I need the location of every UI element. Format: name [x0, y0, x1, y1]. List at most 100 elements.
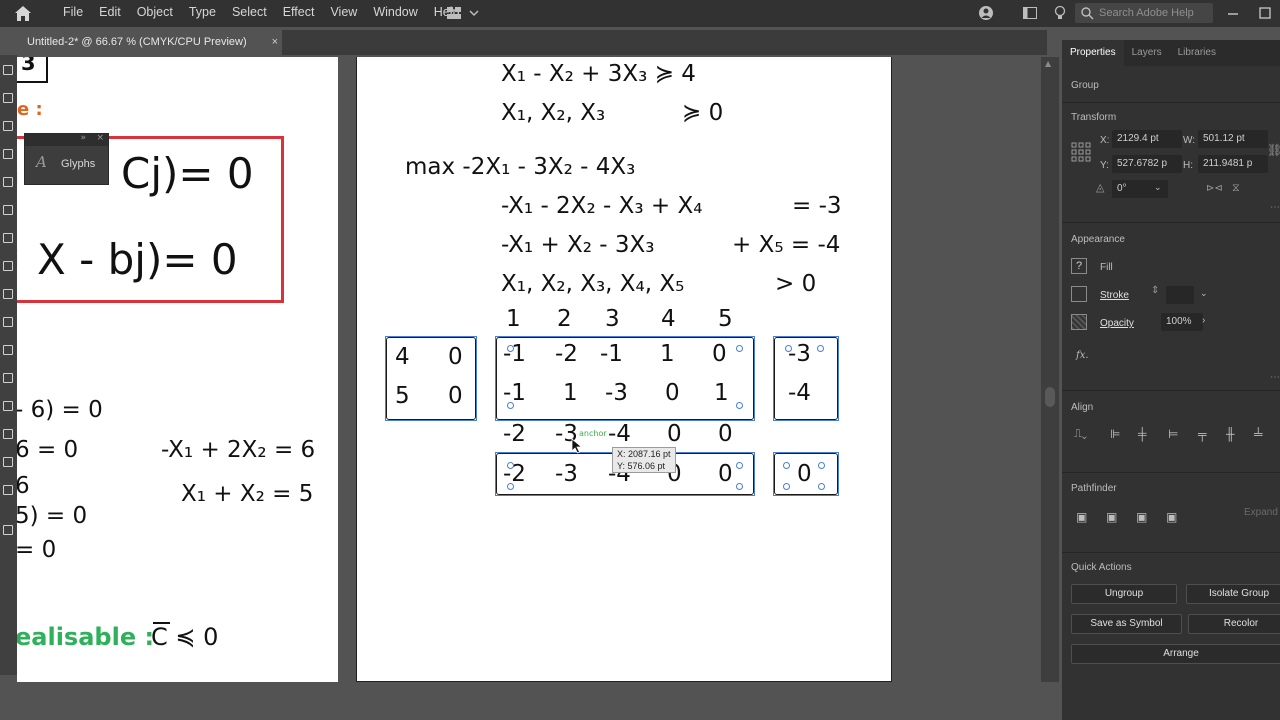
- save-as-symbol-button[interactable]: Save as Symbol: [1071, 614, 1182, 634]
- tab-properties[interactable]: Properties: [1062, 40, 1124, 66]
- vertical-scroll-thumb[interactable]: [1045, 387, 1055, 407]
- anchor-point-handle[interactable]: [783, 483, 790, 490]
- search-adobe-help[interactable]: Search Adobe Help: [1075, 3, 1213, 23]
- artboard-main: X₁ - X₂ + 3X₃ ≽ 4 X₁, X₂, X₃ ≽ 0 max -2X…: [356, 57, 892, 682]
- menu-type[interactable]: Type: [181, 0, 224, 27]
- lightbulb-icon[interactable]: [1052, 5, 1068, 21]
- anchor-point-handle[interactable]: [818, 483, 825, 490]
- align-left-icon[interactable]: ⊫: [1110, 427, 1120, 441]
- eyedropper-tool-icon[interactable]: [3, 457, 13, 467]
- stroke-swatch-icon[interactable]: [1071, 286, 1087, 302]
- height-field[interactable]: 211.9481 p: [1198, 155, 1268, 173]
- minus-front-icon[interactable]: ▣: [1106, 510, 1117, 524]
- anchor-point-handle[interactable]: [736, 402, 743, 409]
- maximize-icon[interactable]: [1257, 5, 1273, 21]
- minimize-icon[interactable]: [1225, 5, 1241, 21]
- ungroup-button[interactable]: Ungroup: [1071, 584, 1177, 604]
- collapse-panel-icon[interactable]: »: [80, 133, 86, 143]
- chevron-down-icon[interactable]: ⌄: [1200, 288, 1208, 299]
- anchor-point-handle[interactable]: [785, 345, 792, 352]
- menu-object[interactable]: Object: [129, 0, 181, 27]
- horizontal-scroll-area[interactable]: [17, 686, 1041, 720]
- home-icon[interactable]: [14, 5, 32, 22]
- pen-tool-icon[interactable]: [3, 121, 13, 131]
- flip-horizontal-icon[interactable]: ⊳⊲: [1206, 183, 1223, 194]
- anchor-point-handle[interactable]: [736, 345, 743, 352]
- menu-window[interactable]: Window: [365, 0, 425, 27]
- anchor-point-handle[interactable]: [818, 462, 825, 469]
- paintbrush-tool-icon[interactable]: [3, 233, 13, 243]
- menu-select[interactable]: Select: [224, 0, 275, 27]
- rectangle-tool-icon[interactable]: [3, 205, 13, 215]
- close-panel-icon[interactable]: ×: [96, 133, 104, 143]
- stroke-label[interactable]: Stroke: [1100, 290, 1129, 301]
- stroke-weight-field[interactable]: [1166, 286, 1194, 304]
- align-center-icon[interactable]: ╪: [1138, 427, 1147, 441]
- more-options-icon[interactable]: ⋯: [1270, 202, 1280, 213]
- menu-view[interactable]: View: [322, 0, 365, 27]
- vertical-scrollbar[interactable]: ▲: [1041, 57, 1059, 682]
- share-user-icon[interactable]: [978, 5, 994, 21]
- shape-builder-tool-icon[interactable]: [3, 429, 13, 439]
- align-right-icon[interactable]: ⊨: [1168, 427, 1178, 441]
- align-to-icon[interactable]: ⎍⌄: [1074, 428, 1087, 441]
- unite-icon[interactable]: ▣: [1076, 510, 1087, 524]
- warp-tool-icon[interactable]: [3, 373, 13, 383]
- drawing-modes-icon[interactable]: [3, 525, 13, 535]
- type-tool-icon[interactable]: [3, 149, 13, 159]
- anchor-point-handle[interactable]: [507, 402, 514, 409]
- fill-swatch-icon[interactable]: ?: [1071, 258, 1087, 274]
- document-tab[interactable]: Untitled-2* @ 66.67 % (CMYK/CPU Preview)…: [17, 30, 282, 55]
- selection-tool-icon[interactable]: [3, 65, 13, 75]
- eraser-tool-icon[interactable]: [3, 289, 13, 299]
- more-options-icon[interactable]: ⋯: [1270, 372, 1280, 383]
- menu-edit[interactable]: Edit: [91, 0, 129, 27]
- isolate-group-button[interactable]: Isolate Group: [1186, 584, 1280, 604]
- anchor-point-handle[interactable]: [736, 483, 743, 490]
- opacity-label[interactable]: Opacity: [1100, 318, 1134, 329]
- align-bottom-icon[interactable]: ╧: [1254, 427, 1263, 441]
- chevron-right-icon[interactable]: ›: [1202, 315, 1205, 326]
- direct-selection-tool-icon[interactable]: [3, 93, 13, 103]
- x-position-field[interactable]: 2129.4 pt: [1112, 130, 1182, 148]
- workspace-switcher-icon[interactable]: [446, 5, 480, 21]
- anchor-point-handle[interactable]: [507, 345, 514, 352]
- flip-vertical-icon[interactable]: ⧖: [1232, 182, 1240, 195]
- glyphs-panel[interactable]: » × A Glyphs: [24, 133, 109, 185]
- stroke-stepper-icon[interactable]: ⇕: [1151, 285, 1159, 296]
- intersect-icon[interactable]: ▣: [1136, 510, 1147, 524]
- arrange-button[interactable]: Arrange: [1071, 644, 1280, 664]
- y-position-field[interactable]: 527.6782 p: [1112, 155, 1182, 173]
- rotate-tool-icon[interactable]: [3, 317, 13, 327]
- constrain-proportions-icon[interactable]: ⛓: [1267, 143, 1280, 157]
- line-tool-icon[interactable]: [3, 177, 13, 187]
- align-middle-icon[interactable]: ╫: [1226, 427, 1235, 441]
- pencil-tool-icon[interactable]: [3, 261, 13, 271]
- close-tab-icon[interactable]: ×: [272, 30, 278, 55]
- exclude-icon[interactable]: ▣: [1166, 510, 1177, 524]
- align-top-icon[interactable]: ╤: [1198, 427, 1207, 441]
- effects-fx-icon[interactable]: fx.: [1076, 350, 1089, 361]
- glyphs-panel-header[interactable]: » ×: [25, 133, 108, 146]
- recolor-button[interactable]: Recolor: [1188, 614, 1280, 634]
- scale-tool-icon[interactable]: [3, 345, 13, 355]
- width-field[interactable]: 501.12 pt: [1198, 130, 1268, 148]
- anchor-point-handle[interactable]: [783, 462, 790, 469]
- anchor-point-handle[interactable]: [736, 462, 743, 469]
- reference-point-icon[interactable]: [1071, 142, 1091, 162]
- anchor-point-handle[interactable]: [817, 345, 824, 352]
- tab-libraries[interactable]: Libraries: [1170, 40, 1224, 66]
- menu-file[interactable]: File: [55, 0, 91, 27]
- tab-layers[interactable]: Layers: [1124, 40, 1170, 66]
- scroll-up-icon[interactable]: ▲: [1045, 59, 1051, 68]
- anchor-point-handle[interactable]: [507, 462, 514, 469]
- constraint-1: X₁ - X₂ + 3X₃ ≽ 4: [501, 61, 696, 87]
- expand-button[interactable]: Expand: [1244, 507, 1278, 518]
- anchor-point-handle[interactable]: [507, 483, 514, 490]
- opacity-field[interactable]: 100%: [1161, 313, 1203, 331]
- fill-stroke-swatch-icon[interactable]: [3, 485, 13, 495]
- menu-effect[interactable]: Effect: [275, 0, 323, 27]
- arrange-documents-icon[interactable]: [1022, 5, 1038, 21]
- free-transform-tool-icon[interactable]: [3, 401, 13, 411]
- chevron-down-icon[interactable]: ⌄: [1154, 182, 1162, 193]
